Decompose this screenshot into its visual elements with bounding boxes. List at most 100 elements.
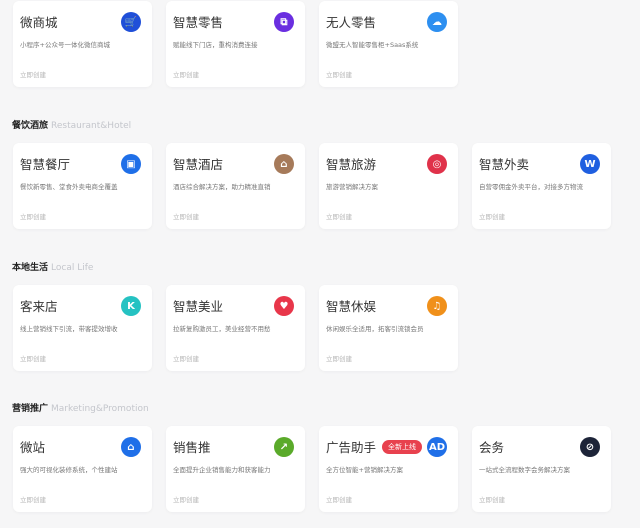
card-title: 智慧美业: [173, 299, 224, 314]
product-card[interactable]: 智慧餐厅 ▣ 餐饮新零售、堂食外卖电商全覆盖 立即创建: [13, 143, 152, 229]
section-title: 本地生活: [12, 263, 49, 273]
section-3: 营销推广 Marketing&Promotion 微站 ⌂ 强大的可视化装修系统，…: [12, 401, 640, 512]
product-card[interactable]: 智慧美业 ♥ 拉新复购激员工，美业经营不用愁 立即创建: [166, 285, 305, 371]
product-card[interactable]: 智慧休娱 ♫ 休闲娱乐全适用，拓客引流锁会员 立即创建: [319, 285, 458, 371]
card-description: 自营零佣金外卖平台，对接多方物流: [479, 183, 583, 191]
card-title: 智慧酒店: [173, 157, 224, 172]
sales-icon: ↗: [274, 437, 294, 457]
create-now-link[interactable]: 立即创建: [173, 69, 199, 79]
create-now-link[interactable]: 立即创建: [20, 211, 46, 221]
section-header: 餐饮酒旅 Restaurant&Hotel: [12, 118, 640, 134]
shop-icon: K: [121, 296, 141, 316]
card-title: 微商城: [20, 15, 58, 30]
card-description: 全面提升企业销售能力和获客能力: [173, 466, 271, 474]
create-now-link[interactable]: 立即创建: [326, 353, 352, 363]
card-row: 智慧餐厅 ▣ 餐饮新零售、堂食外卖电商全覆盖 立即创建 智慧酒店 ⌂ 酒店综合解…: [13, 143, 640, 229]
section-0: 微商城 🛒 小程序+公众号一体化微信商城 立即创建 智慧零售 ⧉ 赋能线下门店，…: [13, 1, 640, 87]
section-subtitle: Local Life: [51, 263, 94, 273]
card-title: 智慧零售: [173, 15, 224, 30]
section-2: 本地生活 Local Life 客来店 K 线上营销线下引流，带客提效增收 立即创…: [12, 260, 640, 371]
leisure-icon: ♫: [427, 296, 447, 316]
card-title-wrap: 智慧零售: [173, 12, 223, 31]
card-title-wrap: 微站: [20, 437, 45, 456]
ad-icon: AD: [427, 437, 447, 457]
card-description: 小程序+公众号一体化微信商城: [20, 41, 110, 49]
conference-icon: ⊘: [580, 437, 600, 457]
restaurant-icon: ▣: [121, 154, 141, 174]
card-description: 旅游营销解决方案: [326, 183, 378, 191]
website-icon: ⌂: [121, 437, 141, 457]
create-now-link[interactable]: 立即创建: [20, 69, 46, 79]
card-title-wrap: 智慧旅游: [326, 154, 376, 173]
card-title: 会务: [479, 440, 505, 455]
card-title-wrap: 广告助手 全新上线: [326, 437, 423, 456]
card-description: 酒店综合解决方案，助力精准直销: [173, 183, 271, 191]
card-description: 赋能线下门店，重构消费连接: [173, 41, 258, 49]
card-description: 一站式全流程数字会务解决方案: [479, 466, 570, 474]
create-now-link[interactable]: 立即创建: [479, 211, 505, 221]
delivery-icon: W: [580, 154, 600, 174]
card-description: 全方位智能+营销解决方案: [326, 466, 403, 474]
vending-icon: ☁: [427, 12, 447, 32]
beauty-icon: ♥: [274, 296, 294, 316]
product-card[interactable]: 广告助手 全新上线 AD 全方位智能+营销解决方案 立即创建: [319, 426, 458, 512]
card-title: 智慧餐厅: [20, 157, 71, 172]
card-description: 微盟无人智能零售柜+Saas系统: [326, 41, 419, 49]
cart-icon: 🛒: [121, 12, 141, 32]
card-description: 休闲娱乐全适用，拓客引流锁会员: [326, 325, 424, 333]
card-description: 拉新复购激员工，美业经营不用愁: [173, 325, 271, 333]
product-card[interactable]: 智慧零售 ⧉ 赋能线下门店，重构消费连接 立即创建: [166, 1, 305, 87]
card-title-wrap: 智慧休娱: [326, 296, 376, 315]
product-card[interactable]: 客来店 K 线上营销线下引流，带客提效增收 立即创建: [13, 285, 152, 371]
product-card[interactable]: 会务 ⊘ 一站式全流程数字会务解决方案 立即创建: [472, 426, 611, 512]
card-title: 广告助手: [326, 440, 377, 455]
product-card[interactable]: 微商城 🛒 小程序+公众号一体化微信商城 立即创建: [13, 1, 152, 87]
create-now-link[interactable]: 立即创建: [20, 353, 46, 363]
product-card[interactable]: 销售推 ↗ 全面提升企业销售能力和获客能力 立即创建: [166, 426, 305, 512]
create-now-link[interactable]: 立即创建: [173, 211, 199, 221]
create-now-link[interactable]: 立即创建: [326, 494, 352, 504]
card-title-wrap: 智慧餐厅: [20, 154, 70, 173]
section-1: 餐饮酒旅 Restaurant&Hotel 智慧餐厅 ▣ 餐饮新零售、堂食外卖电商…: [12, 118, 640, 229]
card-title: 无人零售: [326, 15, 377, 30]
create-now-link[interactable]: 立即创建: [173, 353, 199, 363]
section-subtitle: Restaurant&Hotel: [51, 121, 132, 131]
card-title-wrap: 销售推: [173, 437, 211, 456]
product-card[interactable]: 智慧酒店 ⌂ 酒店综合解决方案，助力精准直销 立即创建: [166, 143, 305, 229]
product-card[interactable]: 无人零售 ☁ 微盟无人智能零售柜+Saas系统 立即创建: [319, 1, 458, 87]
card-title-wrap: 客来店: [20, 296, 58, 315]
card-title-wrap: 会务: [479, 437, 504, 456]
card-title-wrap: 智慧酒店: [173, 154, 223, 173]
create-now-link[interactable]: 立即创建: [20, 494, 46, 504]
card-title: 智慧旅游: [326, 157, 377, 172]
card-description: 餐饮新零售、堂食外卖电商全覆盖: [20, 183, 118, 191]
new-badge: 全新上线: [382, 439, 423, 454]
create-now-link[interactable]: 立即创建: [479, 494, 505, 504]
card-title-wrap: 智慧美业: [173, 296, 223, 315]
create-now-link[interactable]: 立即创建: [173, 494, 199, 504]
card-row: 微站 ⌂ 强大的可视化装修系统，个性建站 立即创建 销售推 ↗ 全面提升企业销售…: [13, 426, 640, 512]
card-description: 线上营销线下引流，带客提效增收: [20, 325, 118, 333]
section-title: 餐饮酒旅: [12, 121, 49, 131]
section-title: 营销推广: [12, 404, 49, 414]
card-title-wrap: 微商城: [20, 12, 58, 31]
product-card[interactable]: 智慧旅游 ◎ 旅游营销解决方案 立即创建: [319, 143, 458, 229]
card-title-wrap: 智慧外卖: [479, 154, 529, 173]
card-title: 智慧外卖: [479, 157, 530, 172]
travel-icon: ◎: [427, 154, 447, 174]
card-description: 强大的可视化装修系统，个性建站: [20, 466, 118, 474]
card-title: 智慧休娱: [326, 299, 377, 314]
section-header: 营销推广 Marketing&Promotion: [12, 401, 640, 417]
hotel-icon: ⌂: [274, 154, 294, 174]
section-header: 本地生活 Local Life: [12, 260, 640, 276]
card-title-wrap: 无人零售: [326, 12, 376, 31]
store-icon: ⧉: [274, 12, 294, 32]
card-title: 销售推: [173, 440, 211, 455]
card-title: 客来店: [20, 299, 58, 314]
card-row: 客来店 K 线上营销线下引流，带客提效增收 立即创建 智慧美业 ♥ 拉新复购激员…: [13, 285, 640, 371]
product-card[interactable]: 微站 ⌂ 强大的可视化装修系统，个性建站 立即创建: [13, 426, 152, 512]
create-now-link[interactable]: 立即创建: [326, 69, 352, 79]
product-card[interactable]: 智慧外卖 W 自营零佣金外卖平台，对接多方物流 立即创建: [472, 143, 611, 229]
create-now-link[interactable]: 立即创建: [326, 211, 352, 221]
section-subtitle: Marketing&Promotion: [51, 404, 149, 414]
